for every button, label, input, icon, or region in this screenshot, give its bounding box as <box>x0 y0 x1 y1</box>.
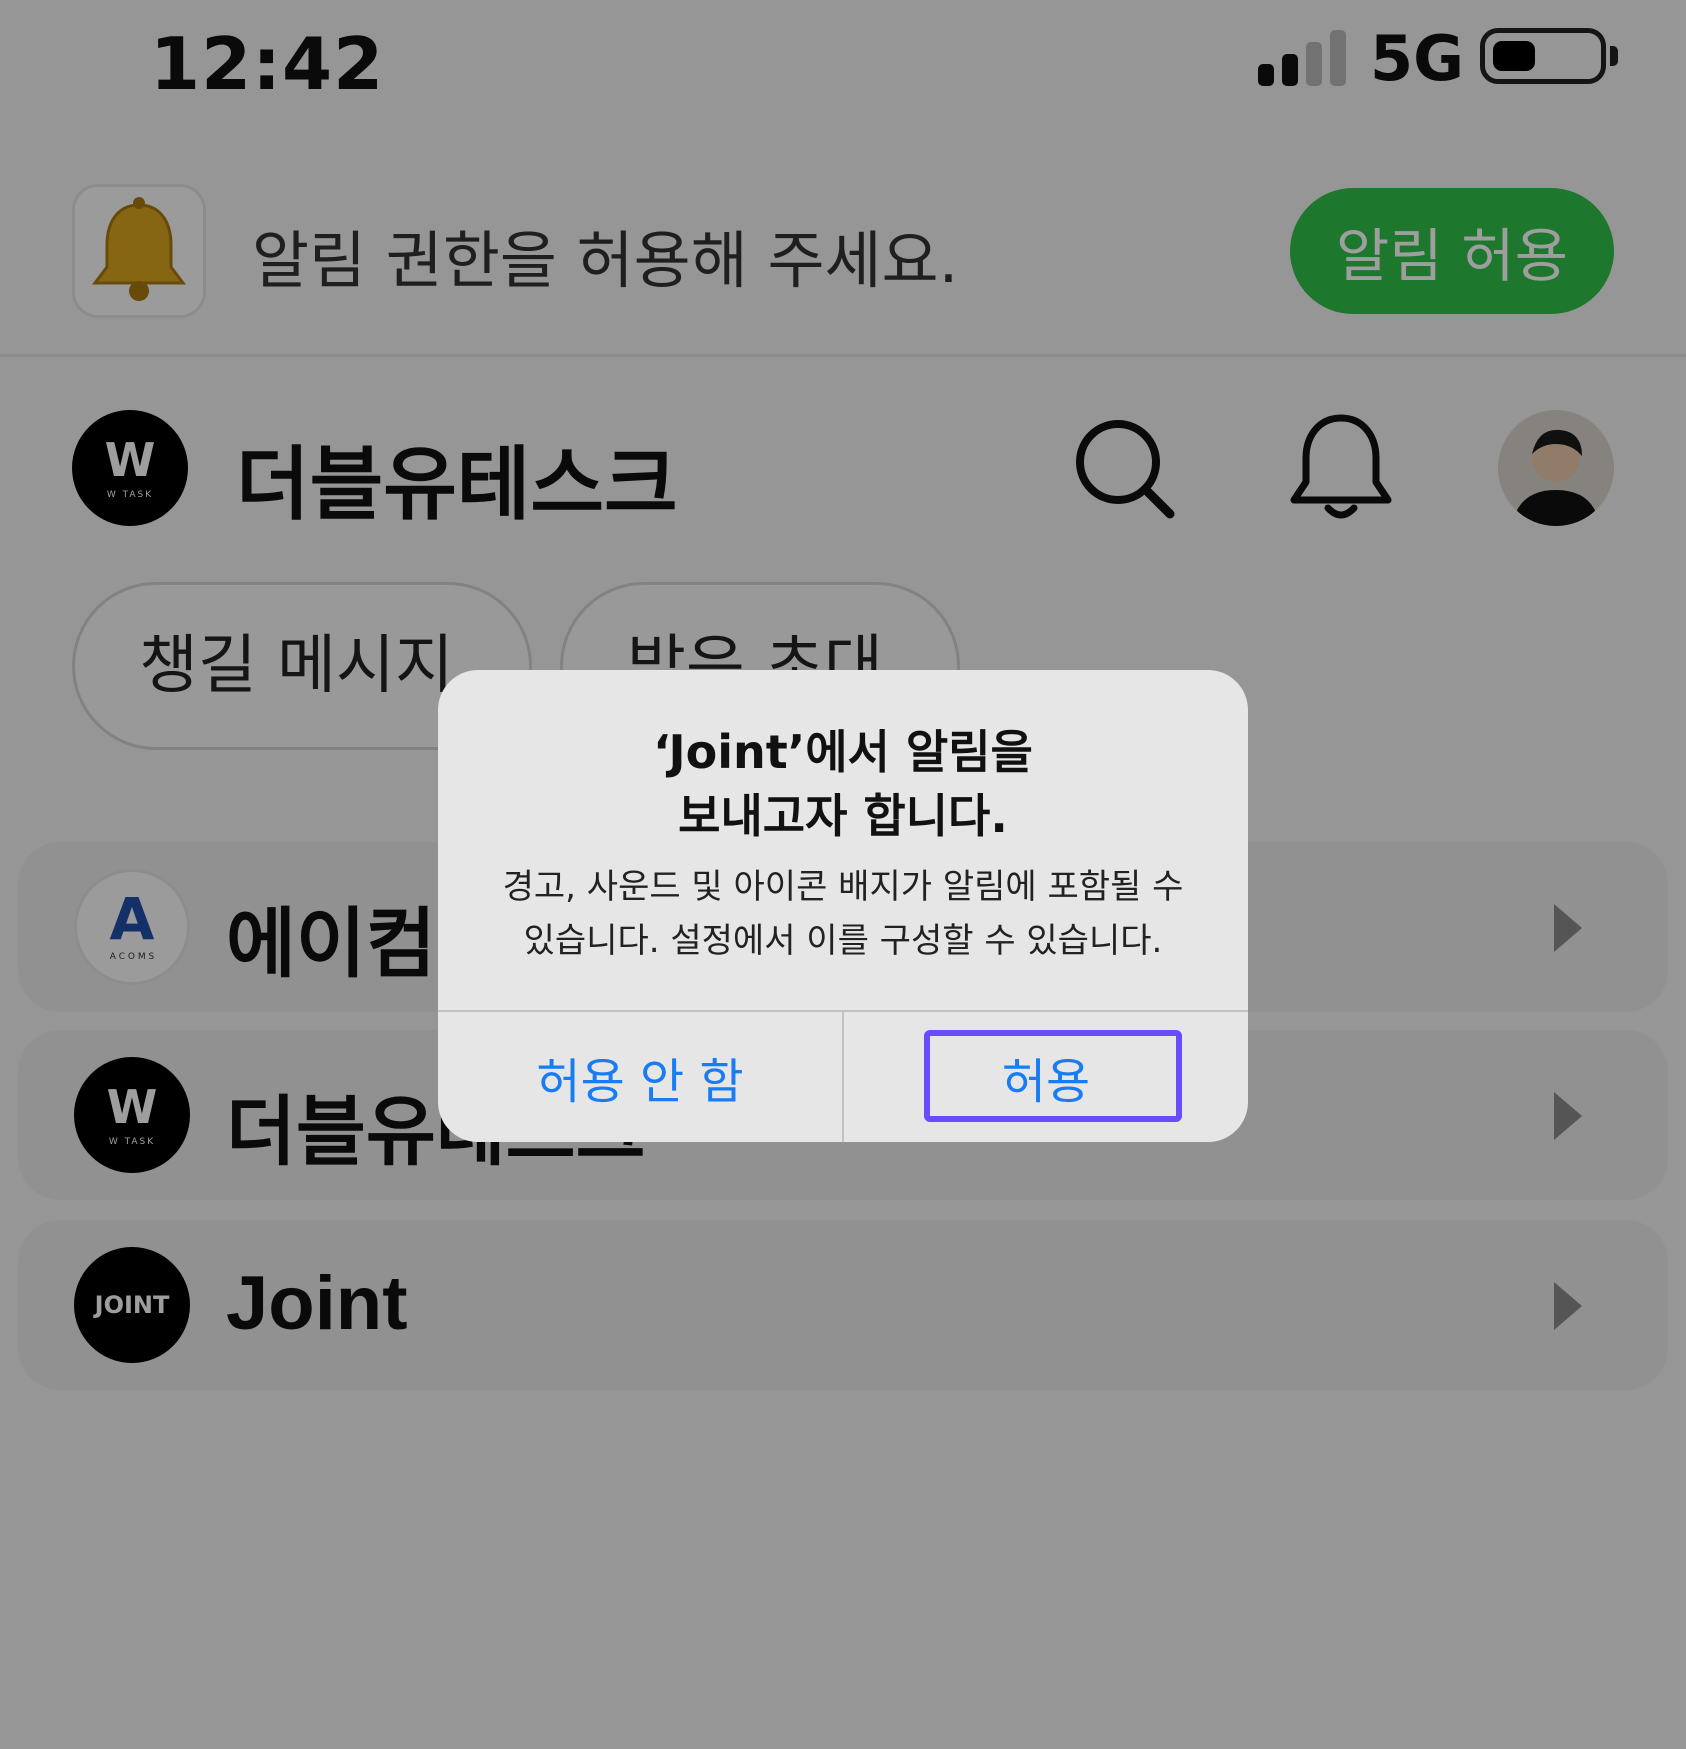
alert-title: ‘Joint’에서 알림을 보내고자 합니다. <box>653 725 1033 843</box>
allow-button-highlight <box>924 1030 1182 1122</box>
dont-allow-button[interactable]: 허용 안 함 <box>438 1012 842 1142</box>
alert-message: 경고, 사운드 및 아이콘 배지가 알림에 포함될 수 있습니다. 설정에서 이… <box>502 867 1184 961</box>
